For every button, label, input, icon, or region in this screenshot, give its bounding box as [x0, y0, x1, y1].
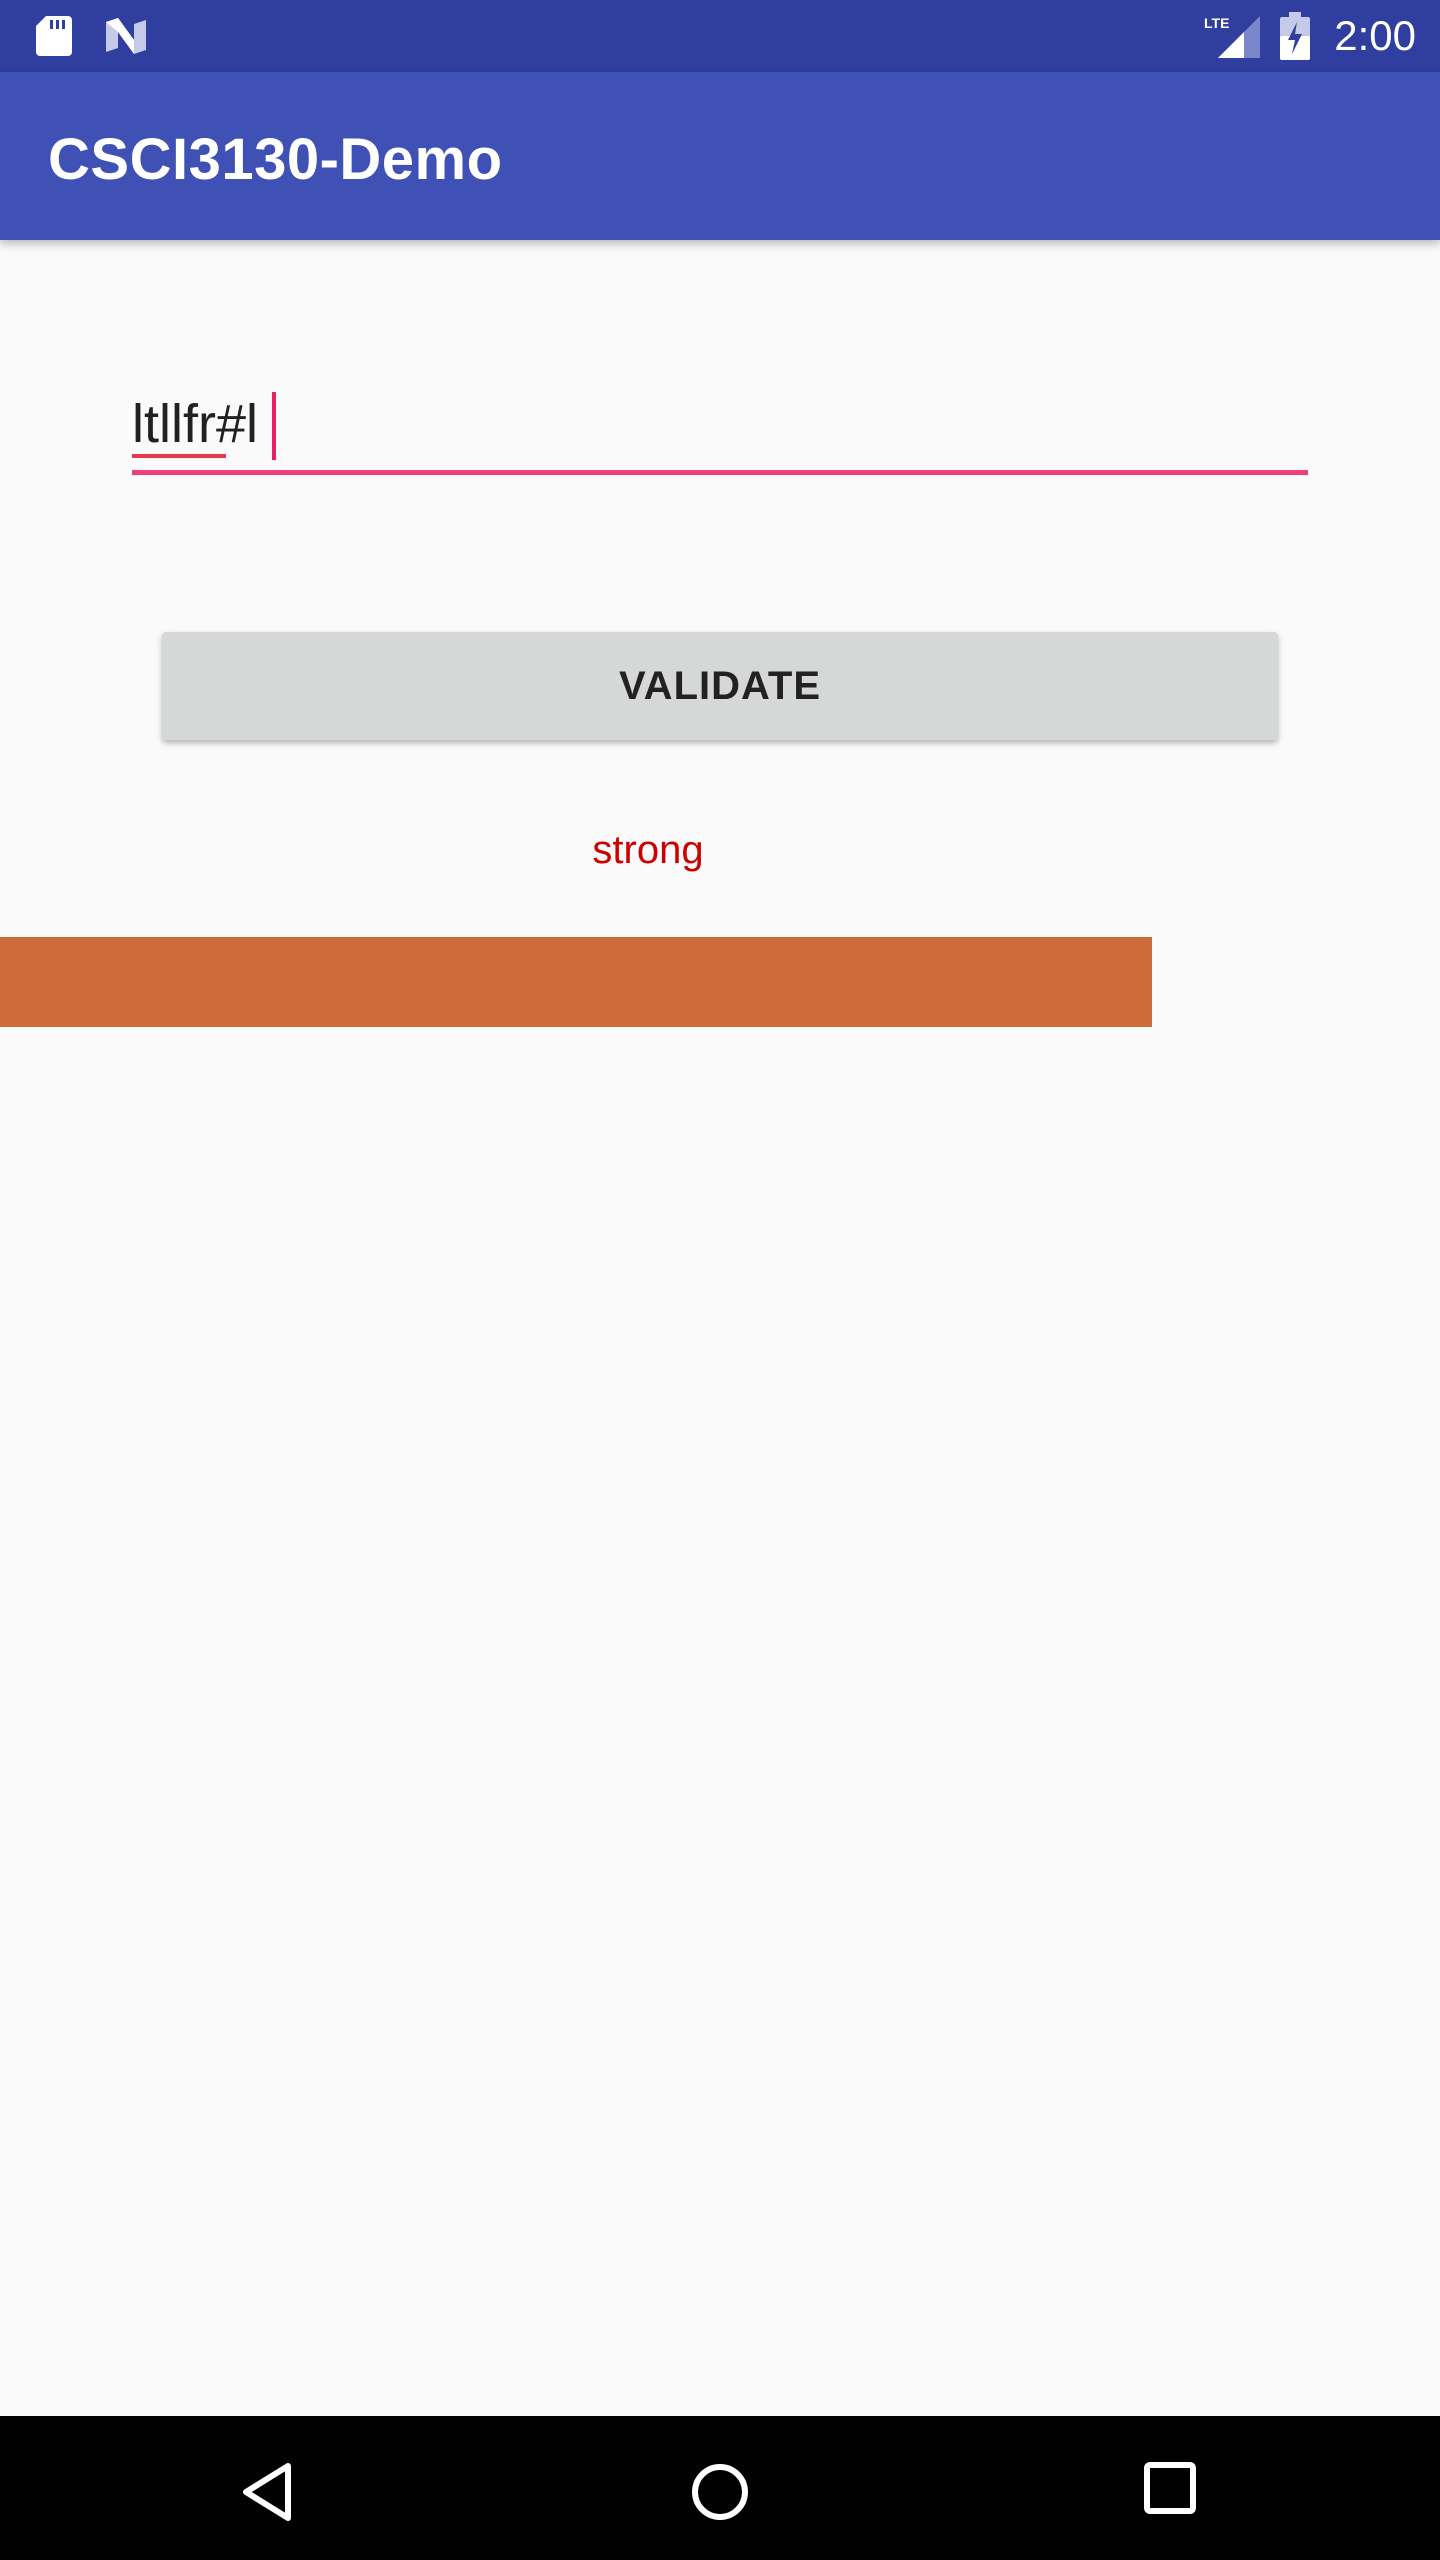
home-icon[interactable]: [688, 2460, 752, 2524]
spellcheck-underline: [132, 454, 226, 458]
password-input-text: ltllfr#l: [132, 394, 259, 454]
svg-text:LTE: LTE: [1204, 15, 1229, 31]
strength-bar: [0, 937, 1152, 1027]
sd-card-icon: [36, 16, 72, 56]
battery-icon: [1280, 12, 1310, 60]
n-notification-icon: [106, 18, 146, 54]
lte-signal-icon: LTE: [1204, 15, 1260, 58]
recents-icon[interactable]: [1142, 2460, 1198, 2516]
app-bar: CSCI3130-Demo: [0, 72, 1440, 240]
status-bar: LTE 2:00: [0, 0, 1440, 72]
strength-result-label: strong: [592, 828, 704, 872]
navigation-bar: [0, 2416, 1440, 2560]
validate-button[interactable]: VALIDATE: [162, 632, 1278, 740]
password-field[interactable]: ltllfr#l: [132, 380, 1308, 476]
text-cursor: [272, 392, 276, 460]
back-icon[interactable]: [236, 2460, 300, 2524]
input-underline: [132, 470, 1308, 475]
app-title: CSCI3130-Demo: [48, 127, 503, 192]
status-time: 2:00: [1334, 12, 1416, 59]
